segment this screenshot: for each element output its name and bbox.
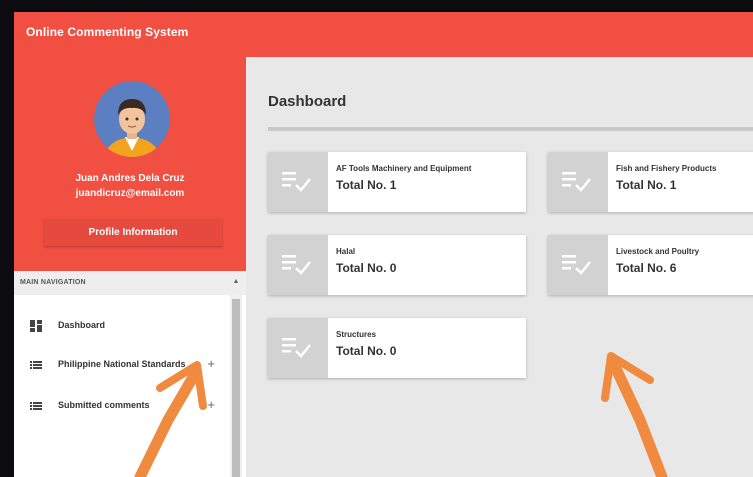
category-card[interactable]: Halal Total No. 0 [268, 235, 526, 295]
title-divider [268, 127, 753, 131]
category-card[interactable]: Fish and Fishery Products Total No. 1 [548, 152, 753, 212]
user-email: juandicruz@email.com [75, 188, 185, 199]
app-title[interactable]: Online Commenting System [26, 25, 188, 39]
dashboard-icon [30, 319, 42, 332]
checklist-icon [268, 318, 328, 378]
scroll-up-arrow[interactable]: ▲ [230, 273, 242, 291]
card-total: Total No. 1 [616, 178, 677, 192]
sidebar-item-label: Submitted comments [58, 400, 150, 410]
scrollbar-thumb[interactable] [232, 299, 240, 477]
card-title: Halal [336, 247, 356, 256]
card-total: Total No. 6 [616, 261, 677, 275]
card-title: AF Tools Machinery and Equipment [336, 164, 472, 173]
main-content: Dashboard AF Tools Machinery and Equipme… [246, 57, 753, 477]
sidebar-item-submitted-comments[interactable]: Submitted comments + [14, 389, 229, 423]
expand-plus-icon[interactable]: + [207, 397, 215, 412]
list-icon [30, 358, 42, 370]
sidebar-item-dashboard[interactable]: Dashboard [14, 309, 229, 343]
avatar [94, 81, 170, 157]
category-card[interactable]: Livestock and Poultry Total No. 6 [548, 235, 753, 295]
main-navigation-label: MAIN NAVIGATION [20, 279, 86, 286]
profile-information-button[interactable]: Profile Information [44, 219, 222, 246]
main-navigation-header: MAIN NAVIGATION [14, 271, 246, 295]
card-total: Total No. 0 [336, 261, 397, 275]
card-total: Total No. 0 [336, 344, 397, 358]
checklist-icon [268, 235, 328, 295]
checklist-icon [548, 152, 608, 212]
expand-plus-icon[interactable]: + [207, 356, 215, 371]
checklist-icon [268, 152, 328, 212]
card-total: Total No. 1 [336, 178, 397, 192]
list-icon [30, 399, 42, 411]
category-card[interactable]: AF Tools Machinery and Equipment Total N… [268, 152, 526, 212]
sidebar: Juan Andres Dela Cruz juandicruz@email.c… [14, 57, 246, 477]
category-card[interactable]: Structures Total No. 0 [268, 318, 526, 378]
app-screen: Online Commenting System Juan Andres Del… [14, 12, 753, 477]
sidebar-item-label: Dashboard [58, 320, 106, 330]
checklist-icon [548, 235, 608, 295]
user-profile-panel: Juan Andres Dela Cruz juandicruz@email.c… [14, 57, 246, 271]
page-title: Dashboard [268, 93, 347, 110]
card-title: Fish and Fishery Products [616, 164, 717, 173]
sidebar-item-label: Philippine National Standards [58, 359, 186, 369]
card-title: Livestock and Poultry [616, 247, 700, 256]
top-bar: Online Commenting System [14, 12, 753, 57]
card-title: Structures [336, 330, 377, 339]
user-name: Juan Andres Dela Cruz [75, 173, 185, 184]
sidebar-item-philippine-national-standards[interactable]: Philippine National Standards + [14, 348, 229, 382]
